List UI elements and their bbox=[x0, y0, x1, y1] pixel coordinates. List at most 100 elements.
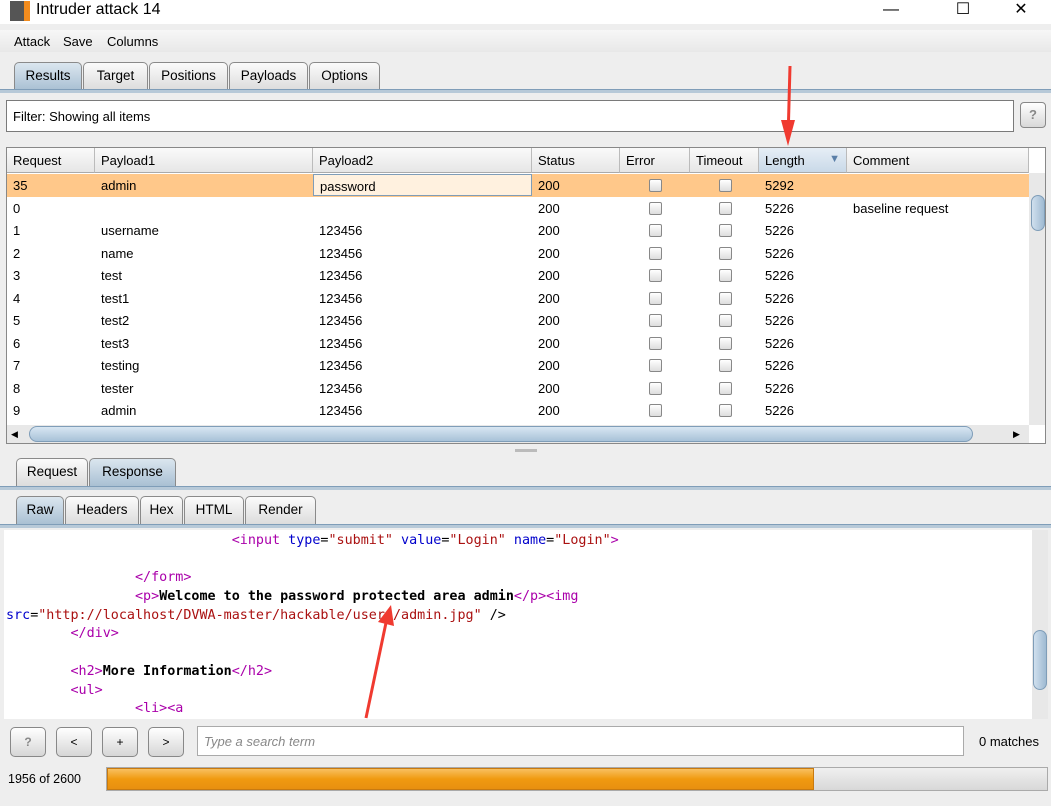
column-header-request[interactable]: Request bbox=[7, 148, 95, 173]
error-checkbox[interactable] bbox=[649, 201, 662, 215]
error-checkbox[interactable] bbox=[649, 269, 662, 282]
scroll-right-icon[interactable]: ▶ bbox=[1013, 429, 1020, 440]
timeout-checkbox[interactable] bbox=[718, 246, 732, 260]
scroll-thumb[interactable] bbox=[1031, 195, 1045, 231]
response-raw-editor[interactable]: <input type="submit" value="Login" name=… bbox=[4, 530, 1032, 719]
error-checkbox[interactable] bbox=[649, 179, 662, 192]
tab-positions[interactable]: Positions bbox=[149, 62, 228, 90]
timeout-checkbox[interactable] bbox=[718, 381, 732, 395]
table-row[interactable]: 0 200 5226 baseline request bbox=[7, 197, 1029, 220]
table-row[interactable]: 3 test 123456 200 5226 bbox=[7, 264, 1029, 287]
table-row[interactable]: 7 testing 123456 200 5226 bbox=[7, 354, 1029, 377]
menu-save[interactable]: Save bbox=[63, 34, 93, 49]
error-checkbox[interactable] bbox=[649, 381, 662, 395]
filter-bar[interactable]: Filter: Showing all items bbox=[6, 100, 1014, 132]
cell-comment bbox=[847, 219, 1029, 241]
progress-label: 1956 of 2600 bbox=[8, 772, 81, 786]
timeout-checkbox[interactable] bbox=[718, 291, 732, 305]
menu-columns[interactable]: Columns bbox=[107, 34, 158, 49]
code-line: <li><a bbox=[6, 700, 1030, 719]
close-button[interactable]: ✕ bbox=[998, 0, 1044, 22]
column-header-payload2[interactable]: Payload2 bbox=[313, 148, 532, 173]
code-token: "submit" bbox=[328, 533, 393, 548]
cell-request: 3 bbox=[13, 268, 21, 283]
cell-comment bbox=[847, 264, 1029, 286]
timeout-checkbox[interactable] bbox=[718, 224, 732, 237]
column-header-error[interactable]: Error bbox=[620, 148, 690, 173]
table-row[interactable]: 8 tester 123456 200 5226 bbox=[7, 377, 1029, 400]
code-token: <ul> bbox=[70, 682, 103, 698]
error-checkbox[interactable] bbox=[649, 314, 662, 327]
cell-status: 200 bbox=[538, 335, 560, 351]
vertical-scrollbar[interactable] bbox=[1029, 173, 1045, 425]
maximize-button[interactable]: ☐ bbox=[940, 0, 986, 22]
code-token: </p><img bbox=[513, 589, 579, 605]
minimize-button[interactable]: — bbox=[868, 0, 914, 22]
timeout-checkbox[interactable] bbox=[718, 336, 732, 350]
column-header-length[interactable]: Length ▼ bbox=[759, 148, 847, 173]
table-row[interactable]: 6 test3 123456 200 5226 bbox=[7, 332, 1029, 355]
tab-request[interactable]: Request bbox=[16, 458, 88, 486]
cell-payload1: admin bbox=[101, 403, 137, 418]
error-checkbox[interactable] bbox=[649, 336, 662, 350]
code-token: name bbox=[505, 533, 547, 548]
tab-results[interactable]: Results bbox=[14, 62, 82, 90]
cell-payload2: 123456 bbox=[319, 290, 363, 306]
tab-payloads[interactable]: Payloads bbox=[229, 62, 308, 90]
table-row[interactable]: 1 username 123456 200 5226 bbox=[7, 219, 1029, 242]
search-input[interactable]: Type a search term bbox=[197, 726, 964, 756]
cell-payload1: name bbox=[101, 245, 134, 261]
code-token: <p> bbox=[135, 589, 160, 605]
tab-html[interactable]: HTML bbox=[184, 496, 244, 524]
column-header-status[interactable]: Status bbox=[532, 148, 620, 173]
error-checkbox[interactable] bbox=[649, 404, 662, 417]
tab-options[interactable]: Options bbox=[309, 62, 380, 90]
split-pane-handle[interactable] bbox=[515, 449, 537, 452]
column-label: Request bbox=[13, 153, 62, 168]
column-label: Comment bbox=[853, 153, 910, 168]
scroll-thumb[interactable] bbox=[29, 426, 973, 442]
code-token: </div> bbox=[70, 626, 119, 642]
table-row[interactable]: 2 name 123456 200 5226 bbox=[7, 242, 1029, 265]
tab-headers[interactable]: Headers bbox=[65, 496, 139, 524]
error-checkbox[interactable] bbox=[649, 246, 662, 260]
tab-render[interactable]: Render bbox=[245, 496, 316, 524]
tab-raw[interactable]: Raw bbox=[16, 496, 64, 524]
tab-target[interactable]: Target bbox=[83, 62, 148, 90]
code-line: <h2>More Information</h2> bbox=[6, 663, 1030, 682]
search-add-button[interactable]: + bbox=[102, 727, 138, 757]
timeout-checkbox[interactable] bbox=[718, 314, 732, 327]
code-token: <h2> bbox=[70, 663, 103, 679]
scroll-thumb[interactable] bbox=[1033, 630, 1047, 690]
column-header-timeout[interactable]: Timeout bbox=[690, 148, 759, 173]
timeout-checkbox[interactable] bbox=[718, 359, 732, 372]
tab-hex[interactable]: Hex bbox=[140, 496, 183, 524]
timeout-checkbox[interactable] bbox=[718, 179, 732, 192]
cell-status: 200 bbox=[538, 223, 560, 238]
cell-request: 2 bbox=[13, 245, 21, 261]
column-header-comment[interactable]: Comment bbox=[847, 148, 1029, 173]
search-previous-button[interactable]: < bbox=[56, 727, 92, 757]
timeout-checkbox[interactable] bbox=[718, 201, 732, 215]
table-row[interactable]: 35 admin password 200 5292 bbox=[7, 174, 1029, 197]
table-row[interactable]: 4 test1 123456 200 5226 bbox=[7, 287, 1029, 310]
cell-request: 0 bbox=[13, 200, 21, 216]
tab-response[interactable]: Response bbox=[89, 458, 176, 486]
filter-help-button[interactable]: ? bbox=[1020, 102, 1046, 128]
table-row[interactable]: 5 test2 123456 200 5226 bbox=[7, 309, 1029, 332]
timeout-checkbox[interactable] bbox=[718, 269, 732, 282]
error-checkbox[interactable] bbox=[649, 291, 662, 305]
menu-attack[interactable]: Attack bbox=[14, 34, 50, 49]
sort-descending-icon: ▼ bbox=[829, 153, 840, 165]
table-row[interactable]: 9 admin 123456 200 5226 bbox=[7, 399, 1029, 422]
error-checkbox[interactable] bbox=[649, 359, 662, 372]
scroll-left-icon[interactable]: ◀ bbox=[11, 429, 18, 440]
timeout-checkbox[interactable] bbox=[718, 404, 732, 417]
column-header-payload1[interactable]: Payload1 bbox=[95, 148, 313, 173]
horizontal-scrollbar[interactable]: ◀ ▶ bbox=[7, 425, 1029, 443]
error-checkbox[interactable] bbox=[649, 224, 662, 237]
editor-scrollbar[interactable] bbox=[1032, 530, 1048, 719]
code-token: "http://localhost/DVWA-master/hackable/u… bbox=[38, 607, 482, 623]
search-help-button[interactable]: ? bbox=[10, 727, 46, 757]
search-next-button[interactable]: > bbox=[148, 727, 184, 757]
